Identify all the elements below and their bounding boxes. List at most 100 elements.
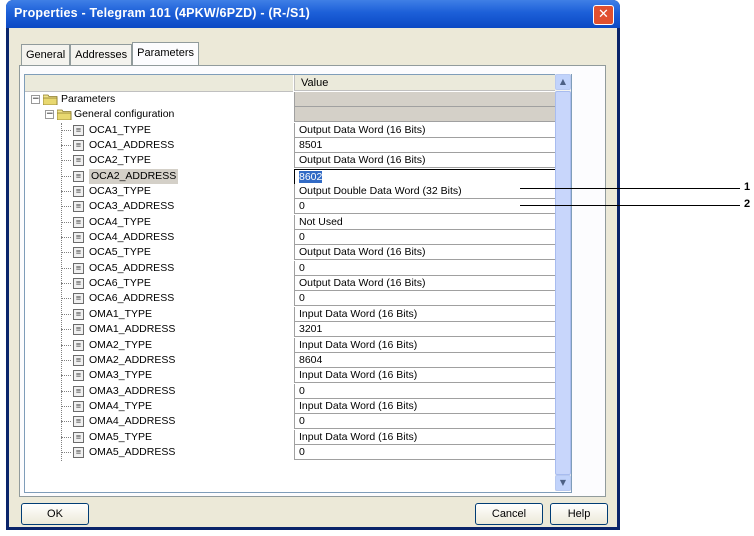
parameter-value[interactable]: Output Data Word (16 Bits) [294, 122, 564, 138]
cancel-button[interactable]: Cancel [475, 503, 543, 525]
parameter-value[interactable]: Output Data Word (16 Bits) [294, 153, 564, 169]
parameter-row[interactable]: ≡ OMA2_ADDRESS 8604 [25, 352, 571, 368]
parameter-value[interactable]: Output Double Data Word (32 Bits) [294, 184, 564, 200]
parameter-value[interactable]: Input Data Word (16 Bits) [294, 398, 564, 414]
selected-value-text[interactable]: 8602 [299, 170, 323, 183]
parameter-row[interactable]: ≡ OCA3_TYPE Output Double Data Word (32 Bi… [25, 184, 571, 200]
scrollbar-thumb[interactable] [555, 91, 571, 475]
parameter-name[interactable]: OMA4_TYPE [89, 399, 152, 414]
tree-connector [61, 237, 71, 239]
selected-value-field[interactable]: 8602 [294, 168, 564, 185]
parameter-row[interactable]: ≡ OMA3_TYPE Input Data Word (16 Bits) [25, 368, 571, 384]
parameter-value[interactable]: 0 [294, 414, 564, 430]
parameter-row[interactable]: ≡ OCA5_TYPE Output Data Word (16 Bits) [25, 245, 571, 261]
parameter-value[interactable]: 8604 [294, 352, 564, 368]
parameter-row[interactable]: ≡ OCA4_ADDRESS 0 [25, 230, 571, 246]
parameter-value[interactable]: Input Data Word (16 Bits) [294, 368, 564, 384]
parameter-name[interactable]: OCA4_TYPE [89, 215, 151, 230]
parameter-name[interactable]: OCA1_ADDRESS [89, 138, 174, 153]
parameter-name[interactable]: OCA1_TYPE [89, 123, 151, 138]
parameter-name[interactable]: OCA2_ADDRESS [89, 168, 179, 184]
parameter-name[interactable]: OCA4_ADDRESS [89, 230, 174, 245]
collapse-icon[interactable]: − [31, 95, 40, 104]
parameter-name[interactable]: OMA5_ADDRESS [89, 445, 175, 460]
parameter-name[interactable]: OMA2_ADDRESS [89, 353, 175, 368]
parameter-icon: ≡ [73, 416, 84, 428]
parameter-value[interactable]: 0 [294, 230, 564, 246]
parameter-value[interactable]: 8501 [294, 138, 564, 154]
parameter-value[interactable]: 0 [294, 199, 564, 215]
parameter-row[interactable]: ≡ OMA5_TYPE Input Data Word (16 Bits) [25, 429, 571, 445]
parameter-value[interactable]: Output Data Word (16 Bits) [294, 276, 564, 292]
tree-node-group[interactable]: − General configuration [25, 107, 571, 123]
parameter-row[interactable]: ≡ OMA4_TYPE Input Data Word (16 Bits) [25, 398, 571, 414]
parameter-value[interactable]: Output Data Word (16 Bits) [294, 245, 564, 261]
parameter-icon: ≡ [73, 155, 84, 167]
ok-button[interactable]: OK [21, 503, 89, 525]
parameter-name[interactable]: OMA1_TYPE [89, 307, 152, 322]
close-icon[interactable]: ✕ [593, 5, 614, 25]
tab-strip: General Addresses Parameters [21, 42, 199, 66]
parameter-row[interactable]: ≡ OMA4_ADDRESS 0 [25, 414, 571, 430]
parameter-name[interactable]: OMA2_TYPE [89, 338, 152, 353]
parameter-value[interactable]: 0 [294, 291, 564, 307]
parameter-row[interactable]: ≡ OCA3_ADDRESS 0 [25, 199, 571, 215]
tree-connector [61, 344, 71, 346]
value-column-header[interactable]: Value [294, 75, 571, 91]
parameter-name[interactable]: OMA4_ADDRESS [89, 414, 175, 429]
parameter-name[interactable]: OMA3_ADDRESS [89, 384, 175, 399]
parameter-value[interactable]: 0 [294, 260, 564, 276]
parameter-icon: ≡ [73, 140, 84, 152]
parameter-row[interactable]: ≡ OCA1_TYPE Output Data Word (16 Bits) [25, 122, 571, 138]
folder-icon [56, 109, 72, 121]
scroll-down-icon[interactable]: ▼ [555, 475, 571, 491]
scroll-up-icon[interactable]: ▲ [555, 74, 571, 90]
help-button[interactable]: Help [550, 503, 608, 525]
vertical-scrollbar[interactable]: ▲ ▼ [555, 74, 571, 491]
collapse-icon[interactable]: − [45, 110, 54, 120]
title-bar[interactable]: Properties - Telegram 101 (4PKW/6PZD) - … [6, 0, 620, 28]
tree-connector [61, 129, 71, 131]
parameter-row[interactable]: ≡ OCA6_ADDRESS 0 [25, 291, 571, 307]
tree-node-root[interactable]: − Parameters [25, 92, 571, 107]
parameter-value[interactable]: 0 [294, 444, 564, 460]
parameter-name[interactable]: OMA1_ADDRESS [89, 322, 175, 337]
parameter-name[interactable]: OCA2_TYPE [89, 153, 151, 168]
parameter-icon: ≡ [73, 385, 84, 397]
parameter-name[interactable]: OCA3_ADDRESS [89, 199, 174, 214]
parameter-value[interactable]: Input Data Word (16 Bits) [294, 337, 564, 353]
parameter-row[interactable]: ≡ OMA3_ADDRESS 0 [25, 383, 571, 399]
parameter-value[interactable]: 3201 [294, 322, 564, 338]
tree-connector [61, 298, 71, 300]
parameter-name[interactable]: OCA6_ADDRESS [89, 291, 174, 306]
parameter-value[interactable]: Input Data Word (16 Bits) [294, 429, 564, 445]
parameter-icon: ≡ [73, 400, 84, 412]
parameter-row[interactable]: ≡ OCA5_ADDRESS 0 [25, 260, 571, 276]
name-column-header[interactable] [25, 75, 293, 92]
tree-connector [61, 160, 71, 162]
parameter-row[interactable]: ≡ OMA1_ADDRESS 3201 [25, 322, 571, 338]
parameter-name[interactable]: OCA5_TYPE [89, 245, 151, 260]
parameter-value[interactable]: 0 [294, 383, 564, 399]
parameter-name[interactable]: OCA3_TYPE [89, 184, 151, 199]
parameter-row[interactable]: ≡ OCA1_ADDRESS 8501 [25, 138, 571, 154]
parameter-row[interactable]: ≡ OCA2_ADDRESS 8602 [25, 168, 571, 185]
parameter-row[interactable]: ≡ OMA5_ADDRESS 0 [25, 444, 571, 460]
parameter-value[interactable]: Not Used [294, 214, 564, 230]
parameter-row[interactable]: ≡ OCA6_TYPE Output Data Word (16 Bits) [25, 276, 571, 292]
parameter-name[interactable]: OCA5_ADDRESS [89, 261, 174, 276]
parameter-name[interactable]: Parameters [61, 92, 115, 107]
parameter-name[interactable]: OMA5_TYPE [89, 430, 152, 445]
parameter-row[interactable]: ≡ OCA4_TYPE Not Used [25, 214, 571, 230]
tree-connector [61, 145, 71, 147]
parameter-row[interactable]: ≡ OCA2_TYPE Output Data Word (16 Bits) [25, 153, 571, 169]
parameter-row[interactable]: ≡ OMA2_TYPE Input Data Word (16 Bits) [25, 337, 571, 353]
parameter-row[interactable]: ≡ OMA1_TYPE Input Data Word (16 Bits) [25, 306, 571, 322]
parameter-name[interactable]: OMA3_TYPE [89, 368, 152, 383]
tab-general[interactable]: General [21, 44, 71, 65]
tab-addresses[interactable]: Addresses [70, 44, 133, 65]
parameter-value[interactable]: Input Data Word (16 Bits) [294, 306, 564, 322]
parameter-name[interactable]: OCA6_TYPE [89, 276, 151, 291]
tab-parameters[interactable]: Parameters [132, 42, 199, 66]
parameter-name[interactable]: General configuration [74, 107, 174, 122]
